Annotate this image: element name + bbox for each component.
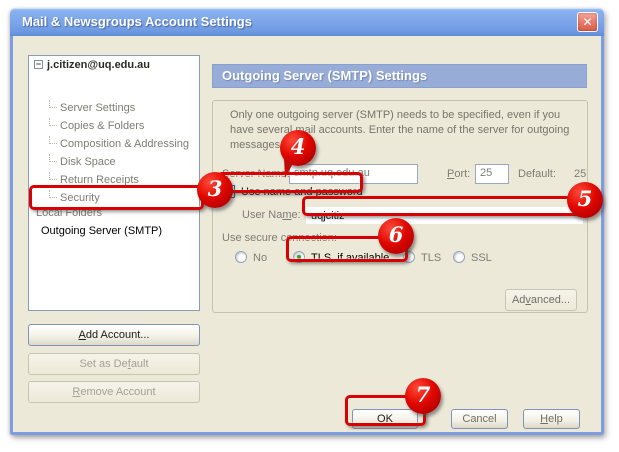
radio-no[interactable] (235, 251, 247, 263)
use-name-password-label: Use name and password (241, 186, 363, 198)
tree-item-label: Return Receipts (60, 174, 139, 186)
tree-item-outgoing-server[interactable]: Outgoing Server (SMTP) (29, 225, 199, 237)
tree-item-label: Local Folders (36, 207, 102, 219)
dialog-client-area: −j.citizen@uq.edu.au Server Settings Cop… (10, 36, 604, 435)
default-port-value: 25 (574, 168, 586, 180)
radio-tls[interactable] (403, 251, 415, 263)
tree-item-server-settings[interactable]: Server Settings (29, 100, 199, 114)
tree-item-account[interactable]: −j.citizen@uq.edu.au (34, 59, 200, 71)
advanced-button[interactable]: Advanced... (505, 289, 577, 311)
close-icon[interactable]: ✕ (577, 12, 598, 32)
add-account-button[interactable]: Add Account... (28, 324, 200, 346)
remove-account-button[interactable]: Remove Account (28, 381, 200, 403)
radio-ssl[interactable] (453, 251, 465, 263)
account-name: j.citizen@uq.edu.au (47, 59, 150, 71)
tree-item-disk-space[interactable]: Disk Space (29, 154, 199, 168)
radio-selected-dot (297, 255, 301, 259)
tree-item-label: Outgoing Server (SMTP) (41, 225, 162, 237)
screenshot-stage: Mail & Newsgroups Account Settings ✕ −j.… (0, 0, 619, 452)
tree-item-local-folders[interactable]: Local Folders (29, 207, 199, 219)
tree-item-label: Composition & Addressing (60, 138, 189, 150)
check-icon: ✓ (223, 184, 233, 198)
user-name-label: User Name: (242, 209, 301, 221)
radio-tls-label: TLS (421, 252, 441, 264)
radio-tls-if-available-label: TLS, if available (311, 252, 389, 264)
radio-no-label: No (253, 252, 267, 264)
port-input[interactable]: 25 (475, 164, 509, 184)
secure-connection-label: Use secure connection: (222, 232, 337, 244)
set-as-default-button[interactable]: Set as Default (28, 353, 200, 375)
tree-item-copies-folders[interactable]: Copies & Folders (29, 118, 199, 132)
tree-item-return-receipts[interactable]: Return Receipts (29, 172, 199, 186)
server-name-input[interactable]: smtp.uq.edu.au (289, 164, 418, 184)
radio-tls-if-available[interactable] (293, 251, 305, 263)
tree-item-label: Security (60, 192, 100, 204)
server-name-label: Server Name: (222, 168, 290, 180)
window-title: Mail & Newsgroups Account Settings (22, 14, 252, 29)
tree-item-label: Server Settings (60, 102, 135, 114)
tree-item-label: Disk Space (60, 156, 116, 168)
ok-button[interactable]: OK (352, 409, 418, 429)
tree-item-label: Copies & Folders (60, 120, 144, 132)
user-name-input[interactable]: uqjcitiz (306, 207, 583, 224)
default-port-label: Default: (518, 168, 556, 180)
panel-heading-text: Outgoing Server (SMTP) Settings (222, 68, 427, 83)
radio-ssl-label: SSL (471, 252, 492, 264)
port-label: Port: (447, 168, 470, 180)
accounts-tree[interactable]: −j.citizen@uq.edu.au Server Settings Cop… (28, 55, 200, 311)
account-settings-dialog: Mail & Newsgroups Account Settings ✕ −j.… (10, 8, 604, 435)
smtp-description: Only one outgoing server (SMTP) needs to… (230, 108, 586, 153)
window-titlebar[interactable]: Mail & Newsgroups Account Settings ✕ (10, 8, 604, 36)
cancel-button[interactable]: Cancel (451, 409, 508, 429)
help-button[interactable]: Help (523, 409, 580, 429)
tree-item-composition-addressing[interactable]: Composition & Addressing (29, 136, 199, 150)
use-name-password-checkbox[interactable]: ✓ (222, 185, 235, 198)
panel-heading: Outgoing Server (SMTP) Settings (212, 64, 587, 88)
tree-item-security[interactable]: Security (29, 190, 199, 204)
collapse-icon[interactable]: − (34, 60, 43, 69)
